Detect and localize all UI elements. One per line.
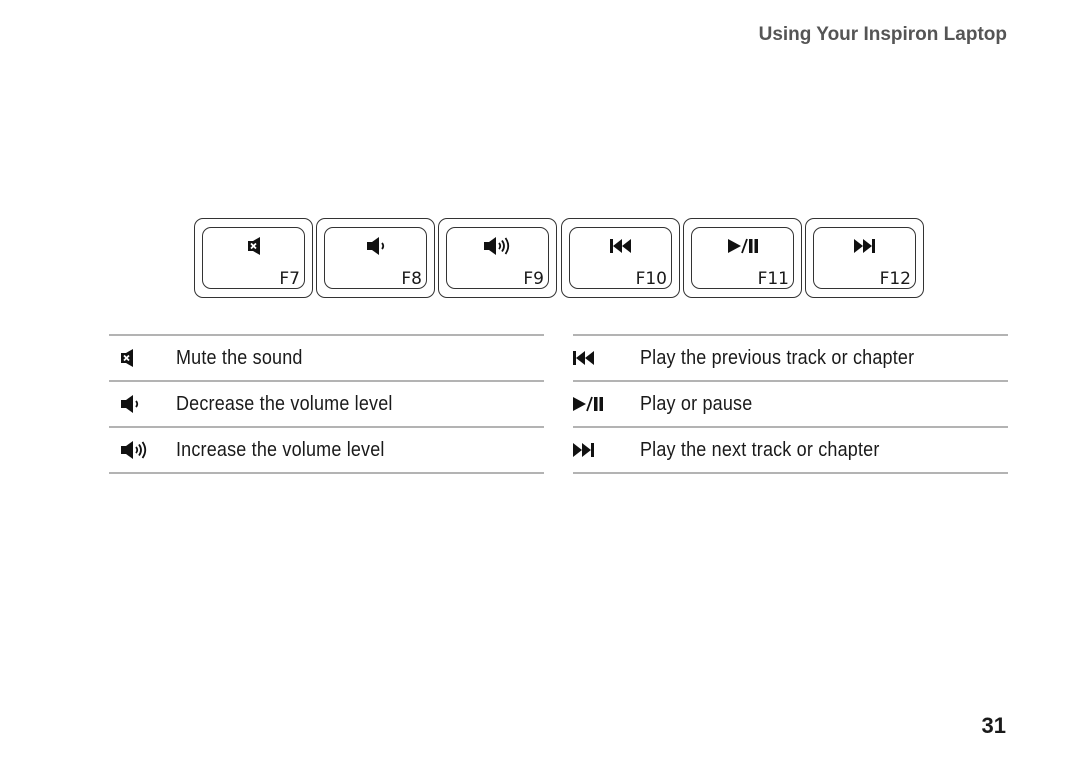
key-label: F9 [523, 269, 544, 289]
volume-down-icon [366, 237, 384, 255]
legend-text: Increase the volume level [176, 438, 385, 461]
legend-row: Decrease the volume level [109, 382, 544, 428]
volume-down-icon [121, 395, 139, 413]
legend-text: Play or pause [640, 392, 753, 415]
key-label: F10 [635, 269, 667, 289]
key-f11[interactable]: F11 [683, 218, 802, 298]
volume-up-icon [484, 237, 510, 255]
legend-row: Play or pause [573, 382, 1008, 428]
key-label: F12 [879, 269, 911, 289]
previous-track-icon [610, 239, 631, 253]
key-label: F7 [279, 269, 300, 289]
legend-row: Increase the volume level [109, 428, 544, 474]
legend-row: Play the next track or chapter [573, 428, 1008, 474]
page-number: 31 [981, 713, 1006, 738]
key-f8[interactable]: F8 [316, 218, 435, 298]
legend-table-playback: Play the previous track or chapter Play … [573, 334, 1008, 474]
legend-row: Play the previous track or chapter [573, 336, 1008, 382]
mute-icon [247, 237, 260, 255]
legend-table-volume: Mute the sound Decrease the volume level… [109, 334, 544, 474]
key-label: F11 [757, 269, 789, 289]
legend-text: Mute the sound [176, 346, 303, 369]
key-label: F8 [401, 269, 422, 289]
function-key-row: F7 F8 F9 F10 F11 F12 [194, 218, 924, 299]
next-track-icon [573, 443, 594, 457]
mute-icon [121, 349, 133, 367]
volume-up-icon [121, 441, 147, 459]
running-header: Using Your Inspiron Laptop [758, 24, 1007, 45]
key-f7[interactable]: F7 [194, 218, 313, 298]
legend-row: Mute the sound [109, 336, 544, 382]
legend-text: Play the next track or chapter [640, 438, 880, 461]
play-pause-icon [573, 396, 603, 412]
legend-text: Decrease the volume level [176, 392, 393, 415]
legend-text: Play the previous track or chapter [640, 346, 915, 369]
key-f10[interactable]: F10 [561, 218, 680, 298]
next-track-icon [854, 239, 875, 253]
previous-track-icon [573, 351, 594, 365]
key-f9[interactable]: F9 [438, 218, 557, 298]
play-pause-icon [727, 238, 758, 254]
key-f12[interactable]: F12 [805, 218, 924, 298]
